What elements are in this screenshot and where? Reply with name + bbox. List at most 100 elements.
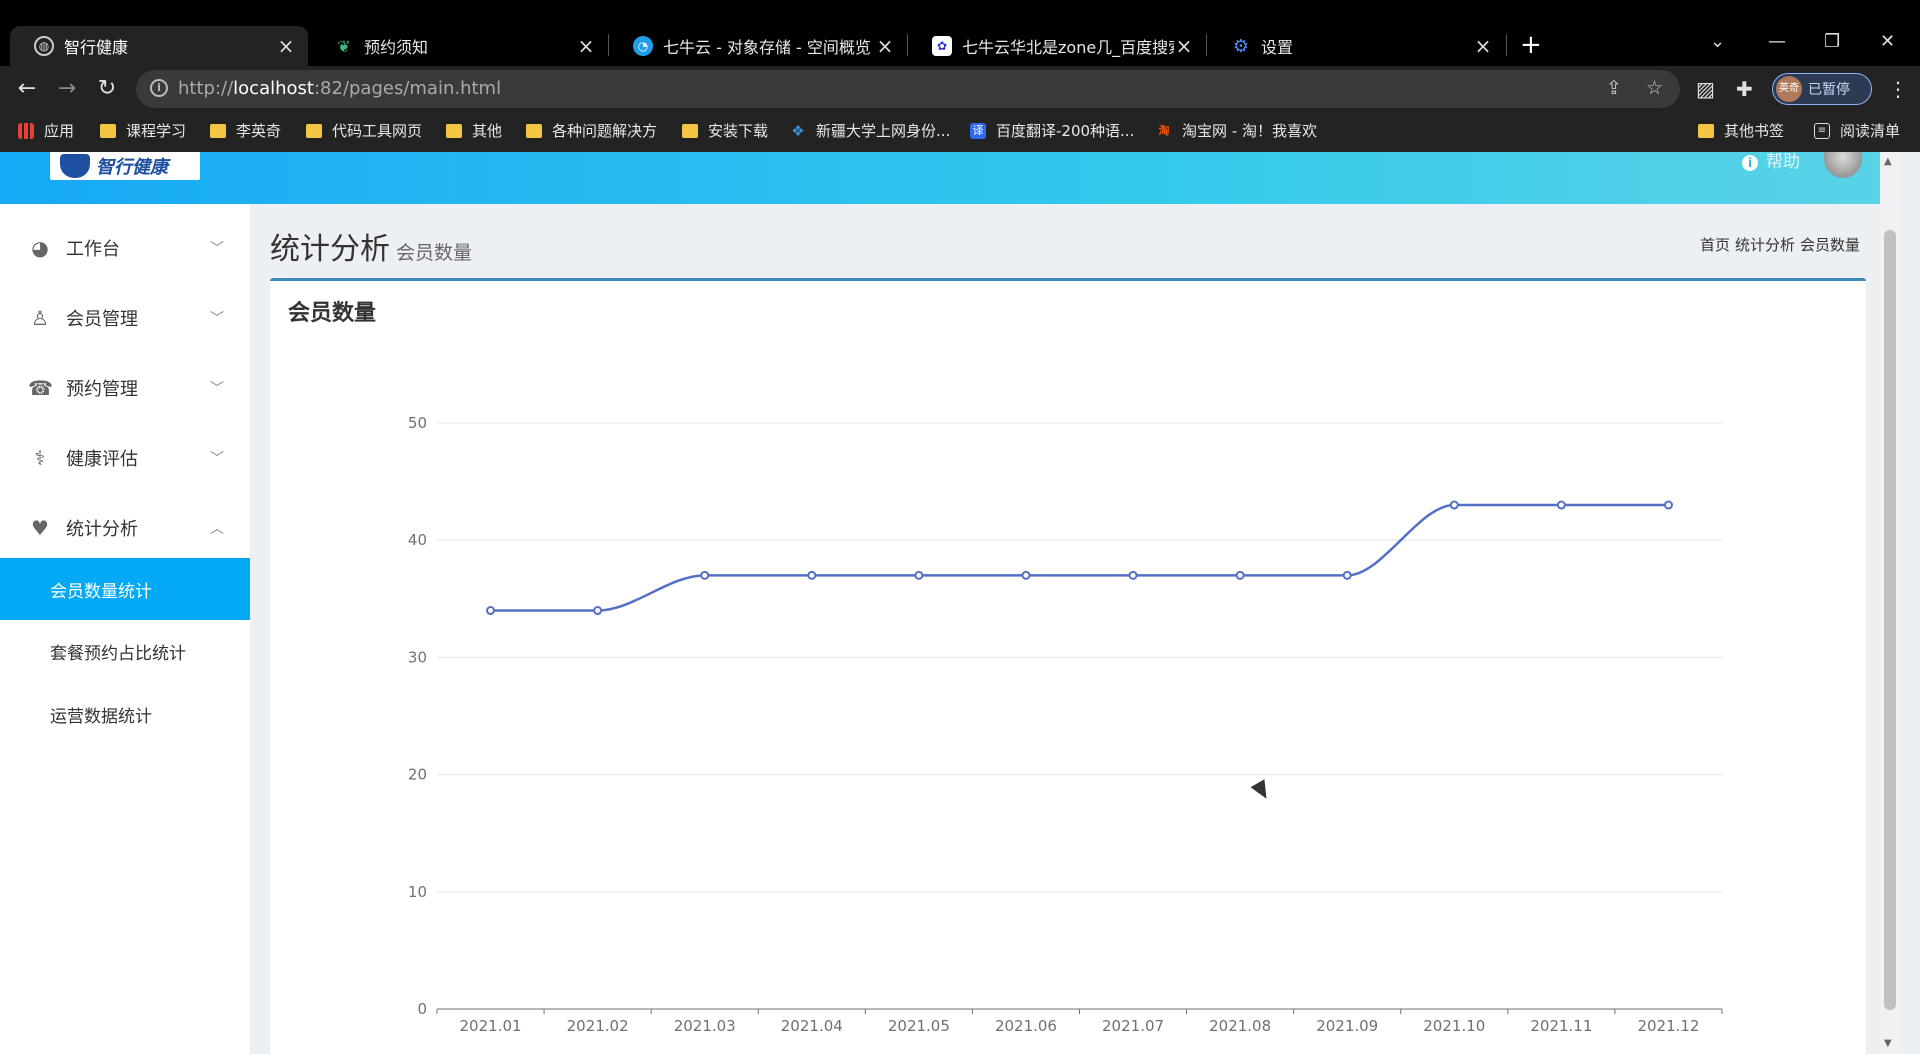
sidebar-subitem-member-count[interactable]: 会员数量统计 xyxy=(0,558,250,620)
scroll-up-icon[interactable]: ▲ xyxy=(1884,156,1892,167)
user-icon: ♙ xyxy=(31,306,49,330)
breadcrumb-home[interactable]: 首页 xyxy=(1700,236,1730,254)
chevron-down-icon: ﹀ xyxy=(210,311,224,327)
bookmark-downloads[interactable]: 安装下载 xyxy=(682,120,768,141)
tab-booking-notice[interactable]: ❦ 预约须知 × xyxy=(310,26,608,66)
app-header: 智行健康 i 帮助 xyxy=(0,152,1900,204)
reading-list-icon: ≡ xyxy=(1814,122,1830,139)
bookmark-baidu-translate[interactable]: 译 百度翻译-200种语... xyxy=(970,120,1134,141)
share-icon[interactable]: ⇪ xyxy=(1606,77,1622,99)
logo-text: 智行健康 xyxy=(96,157,168,178)
member-count-line-chart: 0 10 20 30 40 50 2021.01 2021.02 2021.03 2021.04 2… xyxy=(408,414,1723,1035)
sidebar-item-health-assessment[interactable]: ⚕ 健康评估 ﹀ xyxy=(0,428,250,488)
user-avatar[interactable] xyxy=(1824,152,1862,178)
chevron-down-icon: ﹀ xyxy=(210,241,224,257)
bookmark-solutions[interactable]: 各种问题解决方 xyxy=(526,120,657,141)
minimize-icon[interactable]: — xyxy=(1768,26,1786,58)
new-tab-button[interactable]: + xyxy=(1520,30,1542,60)
profile-button[interactable]: 英奇 已暂停 xyxy=(1772,73,1872,105)
address-bar[interactable]: i http://localhost:82/pages/main.html ⇪ … xyxy=(136,70,1680,108)
x-tick-label: 2021.04 xyxy=(781,1017,843,1035)
tab-search-icon[interactable]: ⌄ xyxy=(1710,26,1725,58)
extensions-puzzle-icon[interactable]: ✚ xyxy=(1736,74,1753,104)
browser-menu-icon[interactable]: ⋮ xyxy=(1888,74,1908,104)
breadcrumb-statistics[interactable]: 统计分析 xyxy=(1735,236,1795,254)
bookmark-star-icon[interactable]: ☆ xyxy=(1646,77,1663,99)
stethoscope-icon: ⚕ xyxy=(34,446,46,470)
bookmark-reading-list[interactable]: ≡ 阅读清单 xyxy=(1814,120,1900,141)
close-icon[interactable]: × xyxy=(875,34,895,58)
reload-icon[interactable]: ↻ xyxy=(92,74,122,104)
tab-title: 七牛云华北是zone几_百度搜索 xyxy=(962,38,1174,57)
scroll-down-icon[interactable]: ▼ xyxy=(1884,1038,1892,1049)
x-tick-label: 2021.08 xyxy=(1209,1017,1271,1035)
phone-icon: ☎ xyxy=(28,376,53,400)
x-tick-label: 2021.05 xyxy=(888,1017,950,1035)
chevron-down-icon: ﹀ xyxy=(210,451,224,467)
y-tick-label: 10 xyxy=(408,883,427,901)
tab-separator xyxy=(1506,34,1507,56)
forward-icon[interactable]: → xyxy=(52,74,82,104)
y-tick-label: 40 xyxy=(408,531,427,549)
network-globe-icon: ❖ xyxy=(791,121,805,140)
close-icon[interactable]: × xyxy=(1174,34,1194,58)
window-close-icon[interactable]: ✕ xyxy=(1880,26,1895,58)
restore-icon[interactable]: ❐ xyxy=(1824,26,1840,58)
tab-title: 设置 xyxy=(1261,38,1294,57)
bookmark-other-bookmarks[interactable]: 其他书签 xyxy=(1698,120,1784,141)
page-subtitle: 会员数量 xyxy=(396,242,473,264)
page-title: 统计分析 会员数量 xyxy=(270,232,473,267)
sidebar-item-appointments[interactable]: ☎ 预约管理 ﹀ xyxy=(0,358,250,418)
sidebar-subitem-operations[interactable]: 运营数据统计 xyxy=(0,683,250,745)
y-tick-label: 20 xyxy=(408,766,427,784)
data-point xyxy=(1342,570,1352,580)
url-text[interactable]: http://localhost:82/pages/main.html xyxy=(178,78,501,99)
data-point xyxy=(700,570,710,580)
page-scrollbar[interactable]: ▲ ▼ xyxy=(1880,152,1900,1054)
tab-qiniu-overview[interactable]: ◔ 七牛云 - 对象存储 - 空间概览 × xyxy=(609,26,907,66)
bookmark-course[interactable]: 课程学习 xyxy=(100,120,186,141)
profile-avatar: 英奇 xyxy=(1776,76,1802,102)
folder-icon xyxy=(210,123,226,138)
x-tick-label: 2021.11 xyxy=(1530,1017,1592,1035)
tab-settings[interactable]: ⚙ 设置 × xyxy=(1207,26,1505,66)
series-line xyxy=(490,503,1669,612)
tab-zhixing-health[interactable]: ◍ 智行健康 × xyxy=(10,26,308,66)
scrollbar-thumb[interactable] xyxy=(1884,230,1896,1010)
page-viewport: 智行健康 i 帮助 ◕ 工作台 ﹀ ♙ 会员管理 ﹀ ☎ 预约管理 ﹀ ⚕ 健康评… xyxy=(0,152,1920,1054)
bookmark-taobao[interactable]: 淘 淘宝网 - 淘！我喜欢 xyxy=(1156,120,1317,141)
data-point xyxy=(1021,570,1031,580)
sidebar-item-workbench[interactable]: ◕ 工作台 ﹀ xyxy=(0,218,250,278)
tab-baidu-search[interactable]: ✿ 七牛云华北是zone几_百度搜索 × xyxy=(908,26,1206,66)
info-icon: i xyxy=(1742,155,1758,171)
gear-icon: ⚙ xyxy=(1232,35,1250,57)
chevron-down-icon: ﹀ xyxy=(210,381,224,397)
profile-status: 已暂停 xyxy=(1808,82,1850,98)
bookmark-other[interactable]: 其他 xyxy=(446,120,502,141)
x-tick-label: 2021.10 xyxy=(1423,1017,1485,1035)
close-icon[interactable]: × xyxy=(1473,34,1493,58)
folder-icon xyxy=(446,123,462,138)
bookmark-code-tools[interactable]: 代码工具网页 xyxy=(306,120,422,141)
browser-tab-strip: ◍ 智行健康 × ❦ 预约须知 × ◔ 七牛云 - 对象存储 - 空间概览 × … xyxy=(0,0,1920,66)
breadcrumb: 首页 统计分析 会员数量 xyxy=(1695,234,1860,255)
bookmark-liyingqi[interactable]: 李英奇 xyxy=(210,120,281,141)
sidebar-item-members[interactable]: ♙ 会员管理 ﹀ xyxy=(0,288,250,348)
bookmark-apps[interactable]: 应用 xyxy=(18,120,74,141)
close-icon[interactable]: × xyxy=(576,34,596,58)
extension-image-icon[interactable]: ▨ xyxy=(1696,74,1715,104)
x-tick-label: 2021.03 xyxy=(674,1017,736,1035)
close-icon[interactable]: × xyxy=(276,34,296,58)
bookmark-xinjiang-univ[interactable]: ❖ 新疆大学上网身份... xyxy=(790,120,950,141)
x-tick-label: 2021.01 xyxy=(460,1017,522,1035)
help-link[interactable]: i 帮助 xyxy=(1742,152,1800,172)
sidebar-subitem-package-ratio[interactable]: 套餐预约占比统计 xyxy=(0,620,250,682)
site-info-icon[interactable]: i xyxy=(150,79,168,97)
back-icon[interactable]: ← xyxy=(12,74,42,104)
data-point xyxy=(1128,570,1138,580)
sidebar-item-statistics[interactable]: ♥ 统计分析 ︿ xyxy=(0,498,250,558)
tab-title: 七牛云 - 对象存储 - 空间概览 xyxy=(663,38,871,57)
y-tick-label: 30 xyxy=(408,648,427,666)
data-point xyxy=(1556,500,1566,510)
app-logo[interactable]: 智行健康 xyxy=(50,152,200,180)
